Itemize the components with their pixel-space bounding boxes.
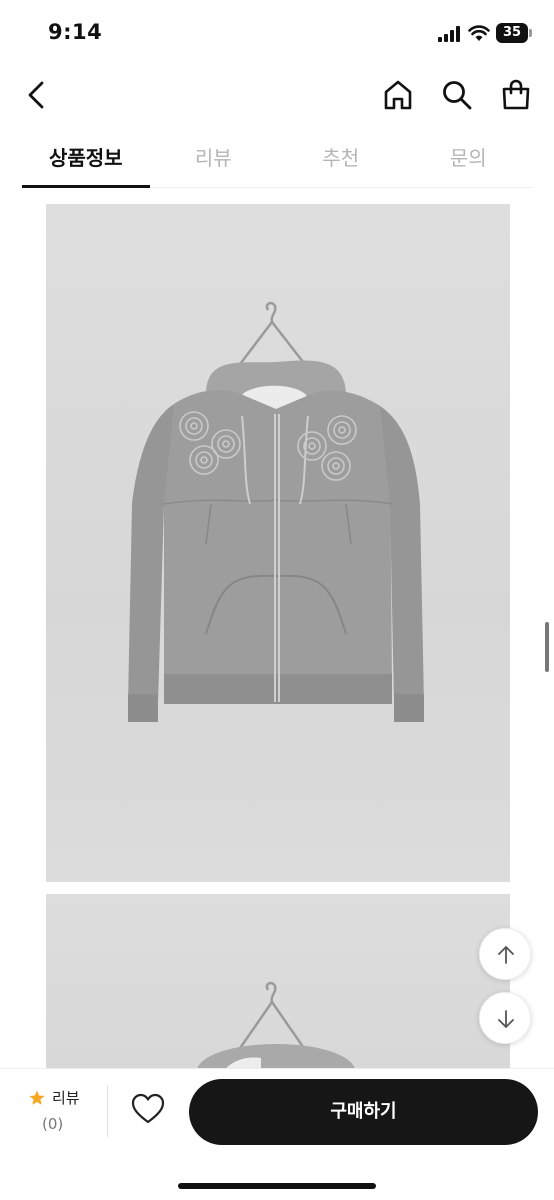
top-nav: [0, 66, 554, 124]
chevron-left-icon: [28, 81, 44, 109]
review-count: (0): [42, 1115, 64, 1133]
search-icon: [443, 81, 472, 110]
buy-button[interactable]: 구매하기: [189, 1079, 538, 1145]
home-button[interactable]: [381, 78, 415, 112]
home-icon: [384, 80, 412, 110]
review-summary[interactable]: 리뷰 (0): [28, 1087, 88, 1137]
signal-icon: [438, 26, 460, 42]
review-label: 리뷰: [52, 1089, 80, 1107]
star-icon: [29, 1090, 45, 1105]
product-image: [46, 204, 510, 882]
heart-icon: [131, 1093, 165, 1124]
search-button[interactable]: [440, 78, 474, 112]
scroll-bottom-button[interactable]: [479, 992, 531, 1044]
tab-recommendations[interactable]: 추천: [277, 130, 405, 187]
cart-button[interactable]: [499, 78, 533, 112]
back-button[interactable]: [20, 78, 54, 112]
scrollbar[interactable]: [545, 622, 549, 672]
status-bar: 9:14 35: [0, 0, 554, 66]
arrow-down-icon: [498, 1010, 514, 1028]
tab-product-info[interactable]: 상품정보: [22, 130, 150, 188]
scroll-top-button[interactable]: [479, 928, 531, 980]
wifi-icon: [468, 24, 490, 42]
battery-icon: 35: [496, 23, 532, 43]
bottom-action-bar: 리뷰 (0) 구매하기: [0, 1068, 554, 1200]
shopping-bag-icon: [502, 79, 530, 110]
arrow-up-icon: [498, 946, 514, 964]
product-tabs: 상품정보 리뷰 추천 문의: [22, 130, 532, 188]
home-indicator: [178, 1183, 376, 1189]
product-image-2: [46, 894, 510, 1074]
wishlist-button[interactable]: [131, 1093, 165, 1125]
tab-reviews[interactable]: 리뷰: [150, 130, 278, 187]
battery-level: 35: [496, 23, 528, 43]
status-time: 9:14: [48, 20, 103, 44]
tab-inquiry[interactable]: 문의: [405, 130, 533, 187]
divider: [107, 1085, 108, 1137]
